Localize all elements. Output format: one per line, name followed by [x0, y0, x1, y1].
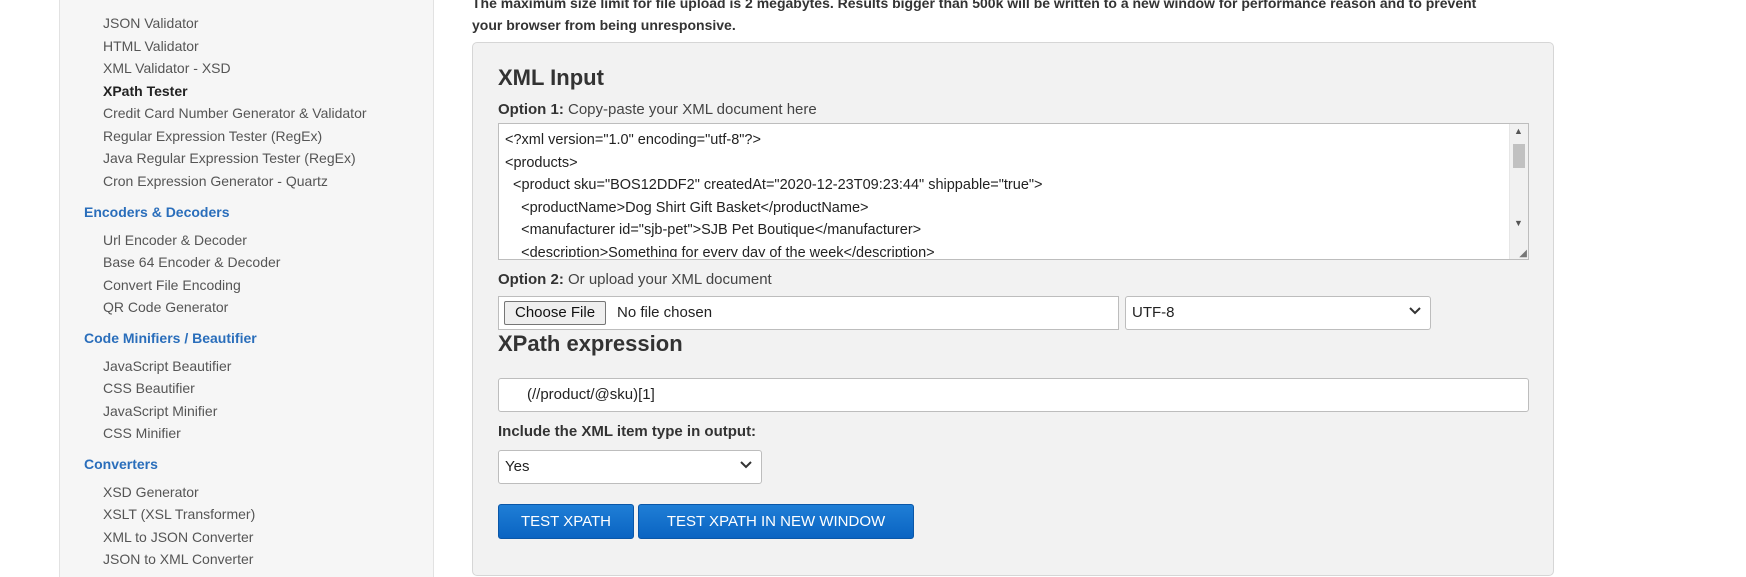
- sidebar-item-xml-to-json[interactable]: XML to JSON Converter: [103, 528, 253, 546]
- resize-grip-icon[interactable]: ◢: [1519, 248, 1527, 259]
- option1-text: Copy-paste your XML document here: [563, 101, 817, 118]
- xml-input-title: XML Input: [498, 65, 604, 90]
- sidebar-item-java-regex-tester[interactable]: Java Regular Expression Tester (RegEx): [103, 149, 356, 167]
- sidebar-item-base64[interactable]: Base 64 Encoder & Decoder: [103, 253, 280, 271]
- xml-input-textarea[interactable]: <?xml version="1.0" encoding="utf-8"?> <…: [498, 123, 1529, 260]
- option1-prefix: Option 1:: [498, 101, 564, 118]
- sidebar-item-css-beautifier[interactable]: CSS Beautifier: [103, 379, 195, 397]
- xml-code-content[interactable]: <?xml version="1.0" encoding="utf-8"?> <…: [505, 129, 1506, 257]
- sidebar: JSON Validator HTML Validator XML Valida…: [59, 0, 434, 577]
- test-xpath-new-window-button[interactable]: TEST XPATH IN NEW WINDOW: [638, 504, 914, 539]
- sidebar-item-credit-card[interactable]: Credit Card Number Generator & Validator: [103, 104, 367, 122]
- xpath-form-panel: XML Input Option 1: Copy-paste your XML …: [472, 42, 1554, 576]
- include-item-type-label: Include the XML item type in output:: [498, 423, 757, 440]
- sidebar-heading-minifiers[interactable]: Code Minifiers / Beautifier: [84, 329, 257, 347]
- sidebar-item-js-minifier[interactable]: JavaScript Minifier: [103, 402, 217, 420]
- upload-notice: The maximum size limit for file upload i…: [472, 0, 1592, 36]
- xpath-expression-value[interactable]: (//product/@sku)[1]: [527, 386, 655, 403]
- scroll-thumb[interactable]: [1513, 144, 1525, 168]
- encoding-select[interactable]: UTF-8: [1125, 296, 1431, 330]
- xpath-expression-input[interactable]: (//product/@sku)[1]: [498, 378, 1529, 412]
- textarea-scrollbar[interactable]: ▲ ▼ ◢: [1509, 124, 1528, 259]
- scroll-up-icon[interactable]: ▲: [1514, 126, 1523, 136]
- option2-label: Option 2: Or upload your XML document: [498, 271, 772, 288]
- option2-text: Or upload your XML document: [563, 271, 772, 288]
- sidebar-item-js-beautifier[interactable]: JavaScript Beautifier: [103, 357, 231, 375]
- sidebar-item-convert-file-encoding[interactable]: Convert File Encoding: [103, 276, 241, 294]
- sidebar-item-css-minifier[interactable]: CSS Minifier: [103, 424, 181, 442]
- include-item-type-value: Yes: [505, 458, 530, 475]
- notice-line-2: your browser from being unresponsive.: [472, 17, 736, 33]
- file-upload-field[interactable]: Choose File No file chosen: [498, 296, 1119, 330]
- sidebar-item-xsd-generator[interactable]: XSD Generator: [103, 483, 199, 501]
- encoding-value: UTF-8: [1132, 304, 1175, 321]
- choose-file-button[interactable]: Choose File: [504, 301, 607, 325]
- chevron-down-icon: [1409, 307, 1421, 315]
- sidebar-item-json-validator[interactable]: JSON Validator: [103, 14, 198, 32]
- sidebar-heading-converters[interactable]: Converters: [84, 455, 158, 473]
- scroll-down-icon[interactable]: ▼: [1514, 218, 1523, 228]
- sidebar-item-qr-code[interactable]: QR Code Generator: [103, 298, 228, 316]
- sidebar-item-cron-generator[interactable]: Cron Expression Generator - Quartz: [103, 172, 328, 190]
- chevron-down-icon: [740, 461, 752, 469]
- notice-line-1: The maximum size limit for file upload i…: [472, 0, 1477, 11]
- test-xpath-button[interactable]: TEST XPATH: [498, 504, 634, 539]
- sidebar-item-xslt[interactable]: XSLT (XSL Transformer): [103, 505, 255, 523]
- option2-prefix: Option 2:: [498, 271, 564, 288]
- option1-label: Option 1: Copy-paste your XML document h…: [498, 101, 817, 118]
- include-item-type-select[interactable]: Yes: [498, 450, 762, 484]
- sidebar-heading-encoders[interactable]: Encoders & Decoders: [84, 203, 230, 221]
- sidebar-item-url-encoder[interactable]: Url Encoder & Decoder: [103, 231, 247, 249]
- sidebar-item-html-validator[interactable]: HTML Validator: [103, 37, 199, 55]
- sidebar-item-xml-validator-xsd[interactable]: XML Validator - XSD: [103, 59, 231, 77]
- no-file-chosen-text: No file chosen: [617, 304, 713, 321]
- sidebar-item-json-to-xml[interactable]: JSON to XML Converter: [103, 550, 253, 568]
- sidebar-item-regex-tester[interactable]: Regular Expression Tester (RegEx): [103, 127, 322, 145]
- sidebar-item-xpath-tester[interactable]: XPath Tester: [103, 82, 188, 100]
- xpath-expression-title: XPath expression: [498, 331, 683, 356]
